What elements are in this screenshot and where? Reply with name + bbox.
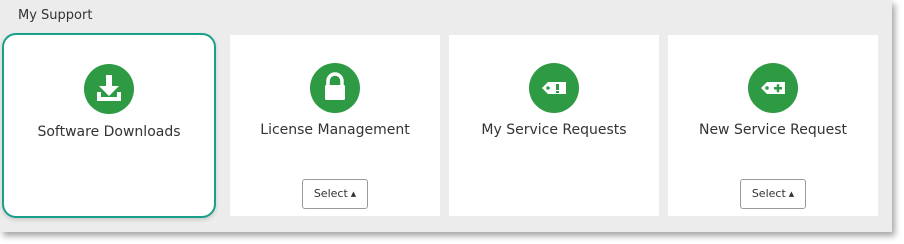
- ticket-plus-icon: [748, 63, 798, 113]
- panel-title: My Support: [18, 8, 93, 23]
- ticket-exclamation-icon: [529, 63, 579, 113]
- select-label: Select: [313, 187, 348, 200]
- caret-up-icon: ▲: [788, 190, 795, 198]
- select-label: Select: [751, 187, 786, 200]
- card-label: Software Downloads: [37, 124, 181, 140]
- caret-up-icon: ▲: [350, 190, 357, 198]
- card-license-management[interactable]: License Management Select ▲: [230, 35, 440, 216]
- download-icon: [84, 64, 134, 114]
- card-label: License Management: [260, 122, 410, 138]
- card-my-service-requests[interactable]: My Service Requests: [449, 35, 659, 216]
- select-button[interactable]: Select ▲: [740, 179, 806, 209]
- card-new-service-request[interactable]: New Service Request Select ▲: [668, 35, 878, 216]
- my-support-panel: My Support Software Downloads License Ma…: [0, 0, 892, 232]
- lock-icon: [310, 63, 360, 113]
- card-label: New Service Request: [698, 122, 848, 138]
- card-software-downloads[interactable]: Software Downloads: [2, 33, 216, 218]
- select-button[interactable]: Select ▲: [302, 179, 368, 209]
- card-label: My Service Requests: [481, 122, 627, 138]
